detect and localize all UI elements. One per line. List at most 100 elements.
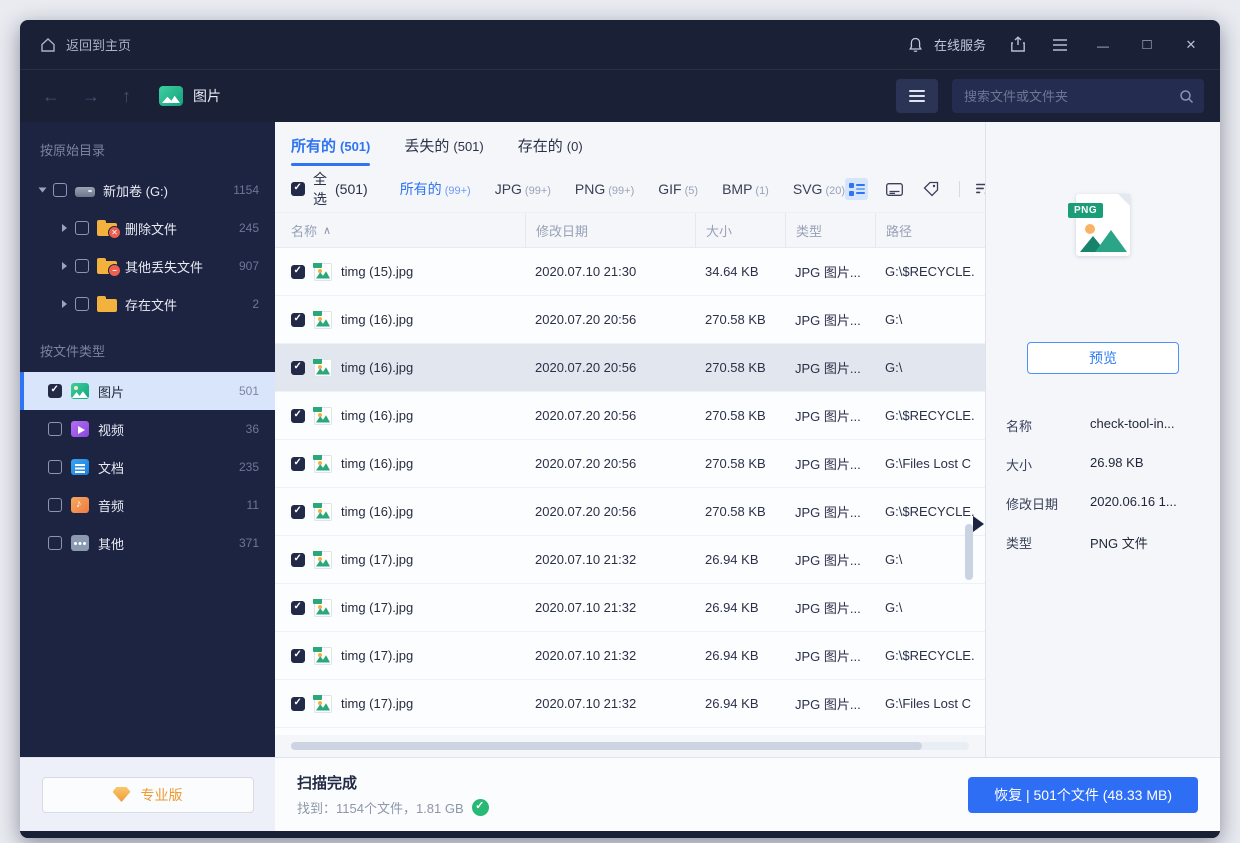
row-checkbox[interactable] bbox=[291, 313, 305, 327]
row-checkbox[interactable] bbox=[291, 601, 305, 615]
back-to-home-button[interactable]: 返回到主页 bbox=[38, 35, 131, 55]
filetype-checkbox[interactable] bbox=[48, 460, 62, 474]
format-filter-label: BMP bbox=[722, 181, 752, 197]
format-filter[interactable]: SVG(20) bbox=[793, 181, 845, 197]
table-row[interactable]: timg (17).jpg 2020.07.10 21:32 26.94 KB … bbox=[275, 584, 985, 632]
file-table: 名称 修改日期 大小 类型 路径 timg (15).jpg bbox=[275, 212, 985, 757]
caret-icon[interactable] bbox=[62, 300, 67, 308]
caret-icon[interactable] bbox=[62, 224, 67, 232]
tree-checkbox[interactable] bbox=[53, 183, 67, 197]
result-tab[interactable]: 存在的(0) bbox=[518, 135, 583, 166]
format-filter-count: (1) bbox=[755, 185, 768, 197]
filetype-item[interactable]: 图片 501 bbox=[20, 372, 275, 410]
row-checkbox[interactable] bbox=[291, 505, 305, 519]
nav-back-icon[interactable]: ← bbox=[42, 86, 60, 107]
close-button[interactable] bbox=[1180, 36, 1202, 53]
table-row[interactable]: timg (16).jpg 2020.07.20 20:56 270.58 KB… bbox=[275, 488, 985, 536]
format-filter[interactable]: BMP(1) bbox=[722, 181, 769, 197]
row-checkbox[interactable] bbox=[291, 697, 305, 711]
tag-view-button[interactable] bbox=[920, 178, 943, 200]
table-row[interactable]: timg (16).jpg 2020.07.20 20:56 270.58 KB… bbox=[275, 344, 985, 392]
sidebar: 按原始目录 新加卷 (G:) 1154 删除文件 245 bbox=[20, 122, 275, 757]
tree-item[interactable]: 其他丢失文件 907 bbox=[20, 247, 275, 285]
nav-forward-icon[interactable]: → bbox=[82, 86, 100, 107]
select-all-checkbox[interactable] bbox=[291, 182, 305, 196]
online-service-button[interactable]: 在线服务 bbox=[906, 35, 986, 55]
caret-icon[interactable] bbox=[62, 262, 67, 270]
row-checkbox[interactable] bbox=[291, 649, 305, 663]
search-box[interactable] bbox=[952, 79, 1204, 113]
format-filter-count: (99+) bbox=[525, 185, 551, 197]
pro-version-button[interactable]: 专业版 bbox=[42, 777, 254, 813]
row-checkbox[interactable] bbox=[291, 361, 305, 375]
format-filter[interactable]: PNG(99+) bbox=[575, 181, 634, 197]
select-all[interactable]: 全选 (501) bbox=[291, 169, 368, 209]
tree-item[interactable]: 存在文件 2 bbox=[20, 285, 275, 323]
row-checkbox[interactable] bbox=[291, 457, 305, 471]
table-row[interactable]: timg (17).jpg 2020.07.10 21:32 26.94 KB … bbox=[275, 632, 985, 680]
file-name: timg (16).jpg bbox=[341, 456, 413, 471]
window-bottom-edge bbox=[20, 831, 1220, 838]
result-tab[interactable]: 所有的(501) bbox=[291, 135, 370, 166]
result-tab[interactable]: 丢失的(501) bbox=[404, 135, 483, 166]
minimize-button[interactable] bbox=[1092, 37, 1114, 53]
tree-checkbox[interactable] bbox=[75, 259, 89, 273]
filetype-checkbox[interactable] bbox=[48, 536, 62, 550]
vertical-scrollbar-thumb[interactable] bbox=[965, 524, 973, 580]
detail-row: 类型 PNG 文件 bbox=[1006, 533, 1200, 552]
table-row[interactable]: timg (17).jpg 2020.07.10 21:32 26.94 KB … bbox=[275, 680, 985, 728]
table-row[interactable]: timg (17).jpg 2020.07.10 21:32 26.94 KB … bbox=[275, 536, 985, 584]
horizontal-scrollbar[interactable] bbox=[275, 735, 985, 757]
preview-button[interactable]: 预览 bbox=[1027, 342, 1179, 374]
column-header-size[interactable]: 大小 bbox=[695, 213, 785, 247]
tree-checkbox[interactable] bbox=[75, 297, 89, 311]
filetype-label: 其他 bbox=[98, 534, 230, 553]
file-path: G:\ bbox=[875, 360, 985, 375]
row-checkbox[interactable] bbox=[291, 553, 305, 567]
filetype-item[interactable]: 视频 36 bbox=[20, 410, 275, 448]
filetype-checkbox[interactable] bbox=[48, 384, 62, 398]
column-header-name[interactable]: 名称 bbox=[275, 213, 525, 247]
list-menu-button[interactable] bbox=[896, 79, 938, 113]
table-row[interactable]: timg (15).jpg 2020.07.10 21:30 34.64 KB … bbox=[275, 248, 985, 296]
filetype-checkbox[interactable] bbox=[48, 498, 62, 512]
menu-icon[interactable] bbox=[1050, 35, 1070, 55]
search-input[interactable] bbox=[964, 89, 1179, 104]
tree-item[interactable]: 新加卷 (G:) 1154 bbox=[20, 171, 275, 209]
jpg-file-icon bbox=[314, 455, 332, 473]
column-header-type[interactable]: 类型 bbox=[785, 213, 875, 247]
format-filter-label: GIF bbox=[658, 181, 681, 197]
table-row[interactable]: timg (16).jpg 2020.07.20 20:56 270.58 KB… bbox=[275, 296, 985, 344]
column-header-path[interactable]: 路径 bbox=[875, 213, 985, 247]
file-name: timg (17).jpg bbox=[341, 648, 413, 663]
filetype-item[interactable]: 音频 11 bbox=[20, 486, 275, 524]
row-checkbox[interactable] bbox=[291, 409, 305, 423]
recover-button[interactable]: 恢复 | 501个文件 (48.33 MB) bbox=[968, 777, 1198, 813]
format-filter[interactable]: GIF(5) bbox=[658, 181, 698, 197]
format-filter[interactable]: 所有的(99+) bbox=[400, 179, 471, 199]
table-row[interactable]: timg (16).jpg 2020.07.20 20:56 270.58 KB… bbox=[275, 440, 985, 488]
folded-corner bbox=[1118, 194, 1130, 206]
nav-up-icon[interactable]: ↑ bbox=[122, 86, 131, 107]
filetype-checkbox[interactable] bbox=[48, 422, 62, 436]
filetype-list: 图片 501 视频 36 文档 235 bbox=[20, 372, 275, 562]
table-row[interactable]: timg (16).jpg 2020.07.20 20:56 270.58 KB… bbox=[275, 392, 985, 440]
panel-collapse-arrow-icon[interactable] bbox=[973, 516, 984, 532]
filetype-item[interactable]: 文档 235 bbox=[20, 448, 275, 486]
filetype-item[interactable]: 其他 371 bbox=[20, 524, 275, 562]
tree-item[interactable]: 删除文件 245 bbox=[20, 209, 275, 247]
file-size: 270.58 KB bbox=[695, 504, 785, 519]
hscroll-thumb[interactable] bbox=[291, 742, 922, 750]
detail-view-button[interactable] bbox=[882, 178, 905, 200]
jpg-file-icon bbox=[314, 503, 332, 521]
row-checkbox[interactable] bbox=[291, 265, 305, 279]
share-icon[interactable] bbox=[1008, 35, 1028, 55]
format-filter[interactable]: JPG(99+) bbox=[495, 181, 551, 197]
column-header-date[interactable]: 修改日期 bbox=[525, 213, 695, 247]
maximize-button[interactable] bbox=[1136, 36, 1158, 53]
tree-checkbox[interactable] bbox=[75, 221, 89, 235]
directory-tree: 新加卷 (G:) 1154 删除文件 245 其他丢失文件 907 bbox=[20, 171, 275, 323]
list-view-button[interactable] bbox=[845, 178, 868, 200]
select-all-count: (501) bbox=[335, 181, 368, 197]
caret-icon[interactable] bbox=[39, 188, 47, 193]
